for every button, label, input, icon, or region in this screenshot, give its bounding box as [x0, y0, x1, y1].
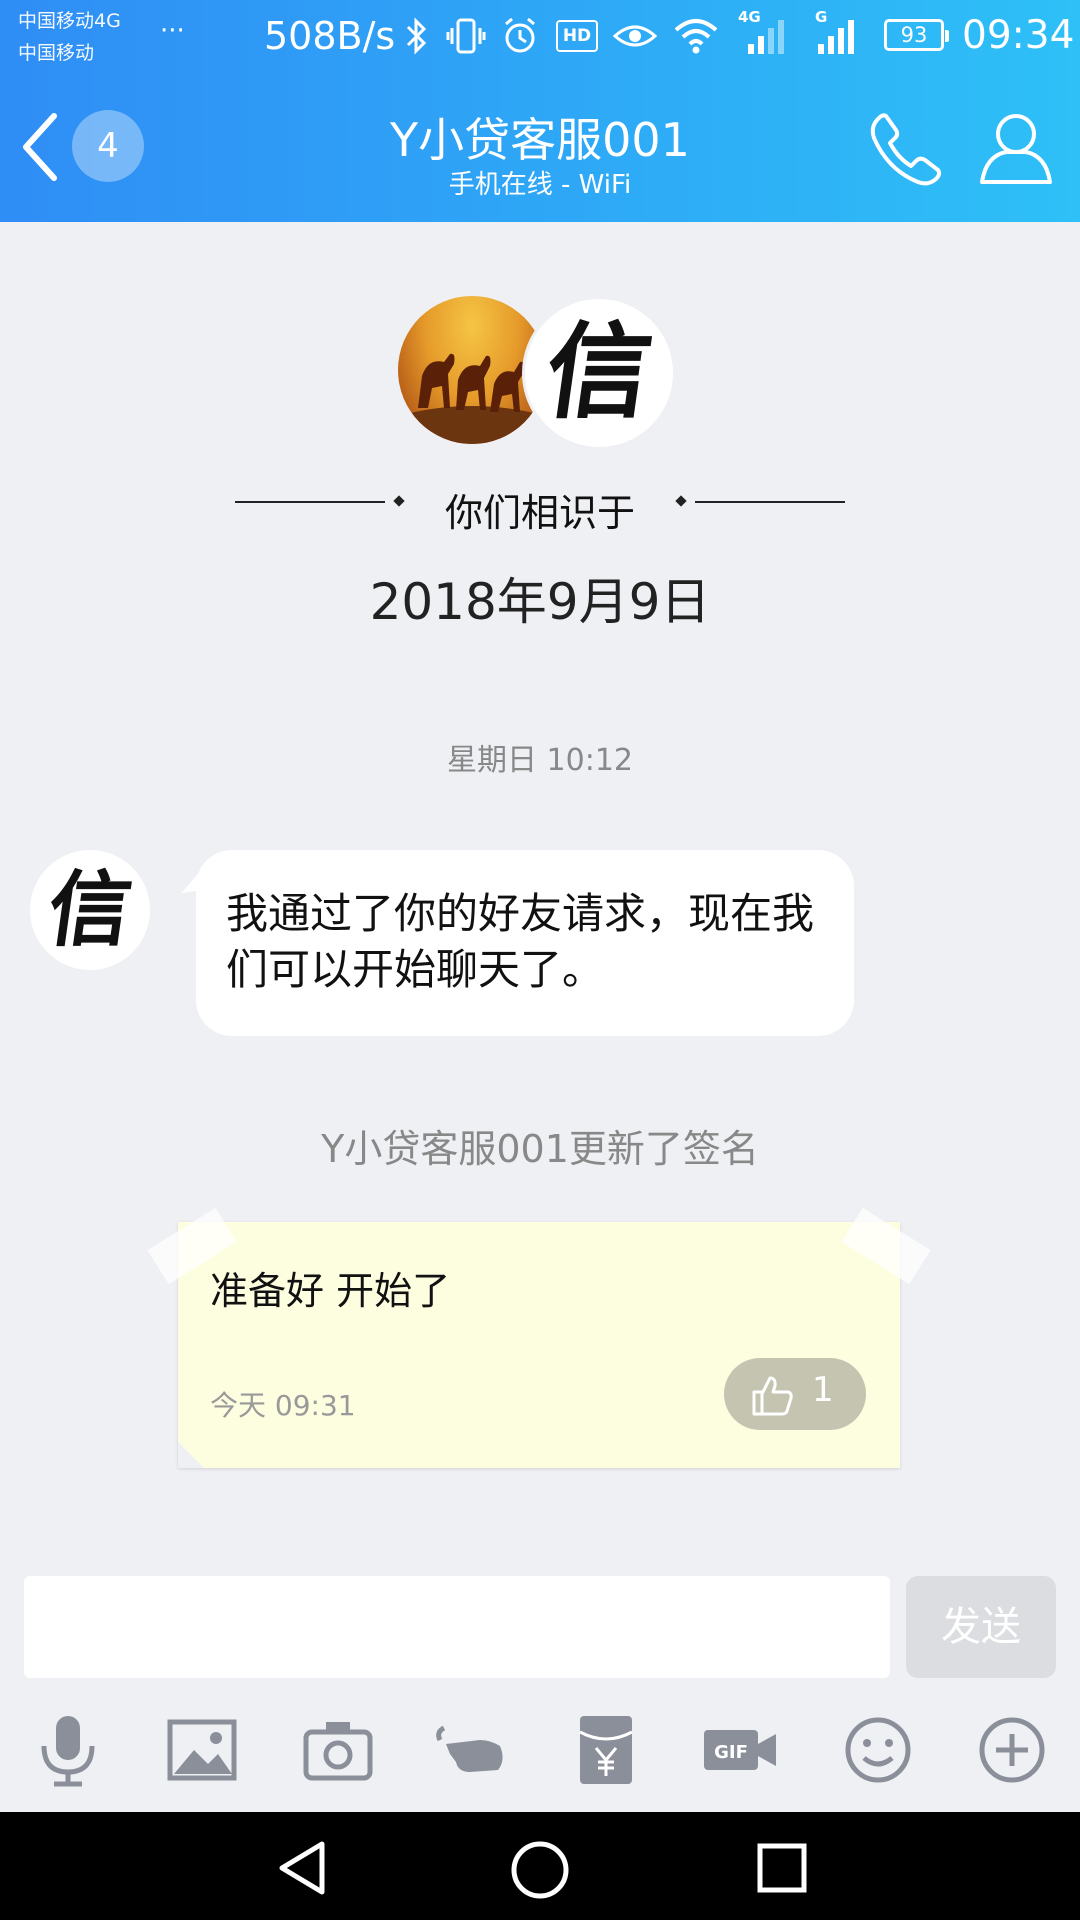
battery-indicator: 93	[884, 19, 949, 51]
signature-card[interactable]: 准备好 开始了 今天 09:31 1	[147, 1207, 931, 1468]
message-timestamp: 星期日 10:12	[447, 743, 633, 778]
eye-icon	[612, 25, 658, 47]
met-since-date: 2018年9月9日	[369, 573, 711, 631]
system-notice: Y小贷客服001更新了签名	[321, 1127, 759, 1171]
tape-decoration	[841, 1207, 931, 1285]
alarm-icon	[505, 17, 535, 53]
met-since-divider: 你们相识于	[235, 482, 845, 535]
status-bar: 中国移动4G 中国移动 ··· 508B/s HD 4G G 93 09:34	[0, 0, 1080, 74]
contact-avatar[interactable]: 信	[522, 296, 676, 450]
like-button[interactable]: 1	[724, 1358, 866, 1430]
svg-text:GIF: GIF	[714, 1742, 748, 1763]
sender-avatar[interactable]: 信	[30, 850, 150, 970]
thumbs-up-icon	[752, 1376, 793, 1416]
avatar-glyph: 信	[42, 862, 138, 958]
red-packet-icon[interactable]	[566, 1710, 646, 1790]
wifi-icon	[674, 19, 718, 54]
page-fold-decoration	[178, 1442, 204, 1468]
bluetooth-icon	[406, 17, 427, 55]
phone-icon[interactable]	[866, 108, 946, 188]
carrier-1: 中国移动4G	[18, 10, 121, 32]
signature-text: 准备好 开始了	[210, 1269, 451, 1313]
like-count: 1	[812, 1370, 834, 1410]
message-bubble[interactable]: 我通过了你的好友请求，现在我们可以开始聊天了。	[196, 850, 854, 1036]
message-input[interactable]	[24, 1576, 890, 1678]
image-icon[interactable]	[162, 1710, 242, 1790]
relationship-avatars: 信	[398, 296, 678, 450]
hd-icon: HD	[556, 20, 598, 52]
top-bar: 中国移动4G 中国移动 ··· 508B/s HD 4G G 93 09:34 …	[0, 0, 1080, 222]
signal-icon	[818, 20, 854, 54]
divider-rule	[695, 501, 845, 503]
met-since-label: 你们相识于	[444, 491, 635, 535]
gif-icon[interactable]: GIF	[700, 1710, 780, 1790]
nav-recents-icon[interactable]	[752, 1838, 812, 1898]
signal-icon	[748, 20, 784, 54]
microphone-icon[interactable]	[28, 1710, 108, 1790]
poke-icon[interactable]	[430, 1710, 510, 1790]
more-notifications-icon: ···	[160, 16, 185, 46]
system-navigation-bar	[0, 1812, 1080, 1920]
profile-icon[interactable]	[976, 108, 1056, 188]
nav-home-icon[interactable]	[508, 1838, 572, 1902]
network-speed: 508B/s	[264, 14, 396, 58]
input-toolbar: GIF	[0, 1710, 1080, 1800]
vibrate-icon	[446, 18, 486, 54]
camera-icon[interactable]	[298, 1710, 378, 1790]
status-clock: 09:34	[962, 13, 1075, 58]
carrier-2: 中国移动	[18, 42, 95, 64]
message-text: 我通过了你的好友请求，现在我们可以开始聊天了。	[226, 889, 815, 994]
avatar-glyph: 信	[538, 310, 660, 433]
plus-icon[interactable]	[972, 1710, 1052, 1790]
nav-back-icon[interactable]	[274, 1838, 334, 1898]
chat-header: 4 Y小贷客服001 手机在线 - WiFi	[0, 74, 1080, 222]
signature-time: 今天 09:31	[210, 1389, 356, 1422]
emoji-icon[interactable]	[838, 1710, 918, 1790]
send-button[interactable]: 发送	[906, 1576, 1056, 1678]
